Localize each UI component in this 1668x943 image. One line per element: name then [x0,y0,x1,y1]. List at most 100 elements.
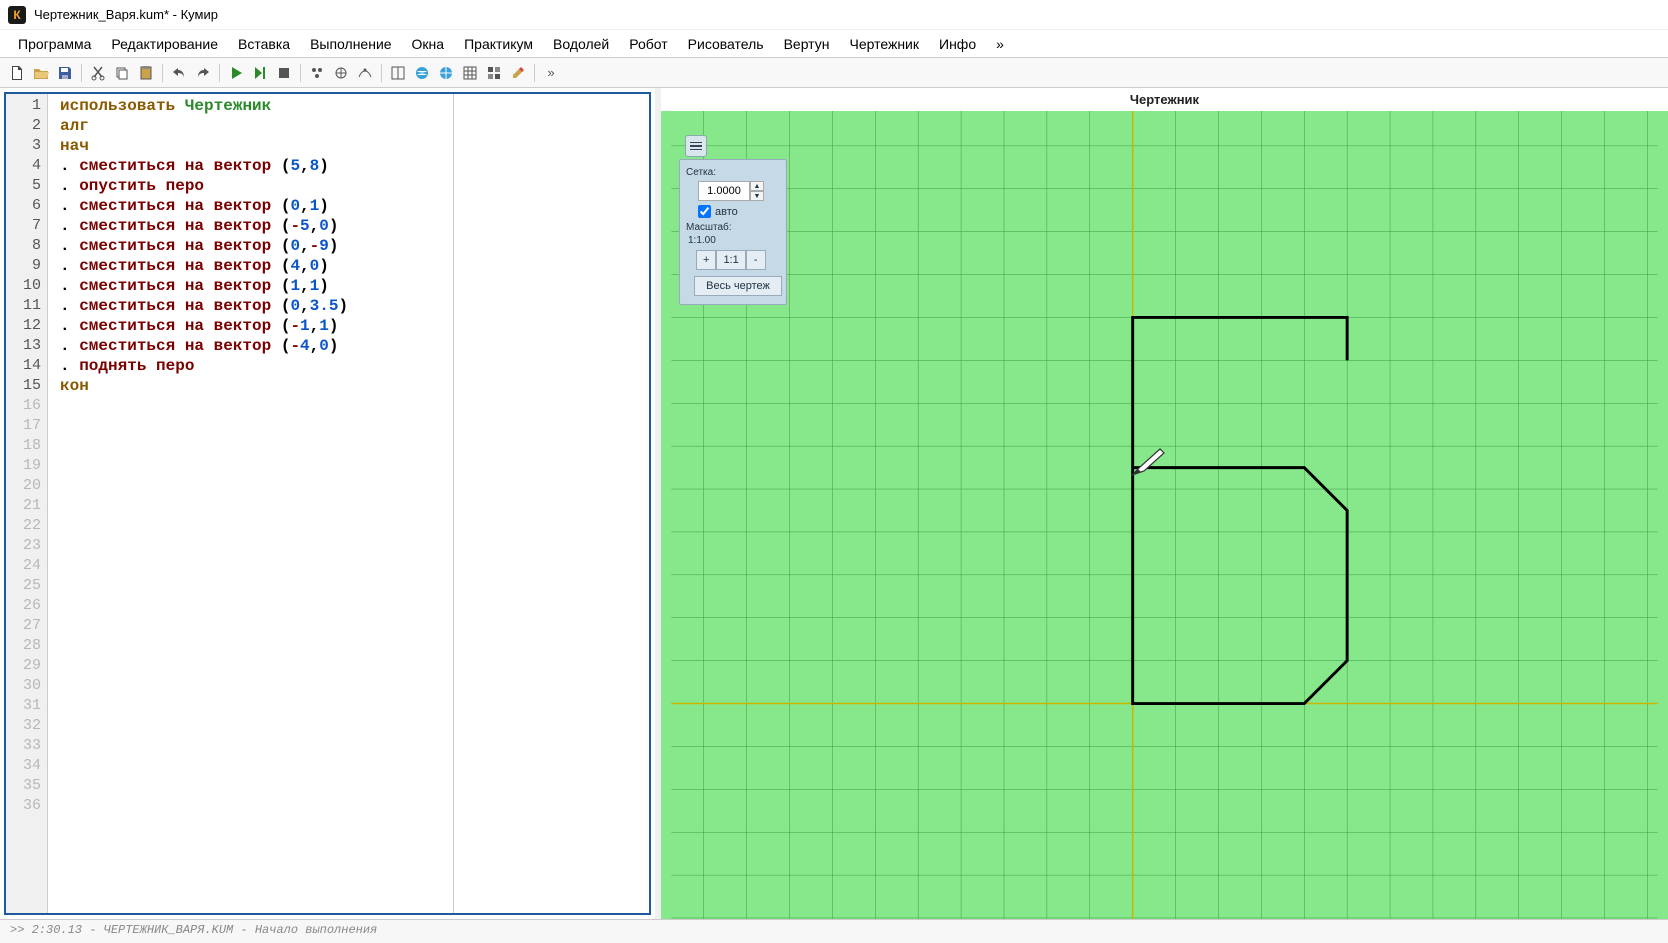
grid-svg [661,111,1668,919]
undo-icon[interactable] [168,62,190,84]
code-line[interactable]: . сместиться на вектор (0,3.5) [60,296,647,316]
line-number: 1 [6,96,47,116]
code-editor[interactable]: 1234567891011121314151617181920212223242… [4,92,651,915]
menu-5[interactable]: Практикум [454,32,543,56]
paste-icon[interactable] [135,62,157,84]
line-number: 10 [6,276,47,296]
line-number: 15 [6,376,47,396]
zoom-out-button[interactable]: - [746,250,766,270]
auto-checkbox-input[interactable] [698,205,711,218]
paint-icon[interactable] [507,62,529,84]
line-number: 8 [6,236,47,256]
code-line[interactable]: . сместиться на вектор (-5,0) [60,216,647,236]
app-icon: К [8,6,26,24]
zoom-reset-button[interactable]: 1:1 [716,250,745,270]
spin-up[interactable]: ▲ [750,181,764,191]
separator [219,64,220,82]
cut-icon[interactable] [87,62,109,84]
menu-6[interactable]: Водолей [543,32,619,56]
line-number: 29 [6,656,47,676]
menubar: ПрограммаРедактированиеВставкаВыполнение… [0,30,1668,58]
spin-down[interactable]: ▼ [750,191,764,201]
menu-9[interactable]: Вертун [774,32,840,56]
auto-checkbox[interactable]: авто [698,205,780,218]
canvas-controls: Сетка: ▲▼ авто Масштаб: 1:1.00 + 1:1 - В… [679,159,787,305]
drawing-canvas[interactable]: Сетка: ▲▼ авто Масштаб: 1:1.00 + 1:1 - В… [661,111,1668,919]
line-number: 30 [6,676,47,696]
menu-3[interactable]: Выполнение [300,32,401,56]
code-line[interactable]: . сместиться на вектор (0,1) [60,196,647,216]
actor3-icon[interactable] [354,62,376,84]
canvas-menu-button[interactable] [685,135,707,157]
code-line[interactable]: . сместиться на вектор (-1,1) [60,316,647,336]
code-line[interactable]: . сместиться на вектор (4,0) [60,256,647,276]
code-line[interactable]: алг [60,116,647,136]
code-line[interactable]: . сместиться на вектор (5,8) [60,156,647,176]
menu-11[interactable]: Инфо [929,32,986,56]
actor1-icon[interactable] [306,62,328,84]
titlebar: К Чертежник_Варя.kum* - Кумир [0,0,1668,30]
separator [534,64,535,82]
code-line[interactable]: . опустить перо [60,176,647,196]
open-file-icon[interactable] [30,62,52,84]
grid3-icon[interactable] [483,62,505,84]
separator [300,64,301,82]
line-number: 17 [6,416,47,436]
line-number: 20 [6,476,47,496]
separator [81,64,82,82]
step-icon[interactable] [249,62,271,84]
line-number: 14 [6,356,47,376]
line-number: 25 [6,576,47,596]
separator [162,64,163,82]
menu-12[interactable]: » [986,32,1014,56]
toolbar-overflow[interactable]: » [540,62,562,84]
save-file-icon[interactable] [54,62,76,84]
code-vertical-divider [453,94,454,913]
toolbar: » [0,58,1668,88]
code-line[interactable]: использовать Чертежник [60,96,647,116]
line-number: 32 [6,716,47,736]
line-gutter: 1234567891011121314151617181920212223242… [6,94,48,913]
copy-icon[interactable] [111,62,133,84]
zoom-in-button[interactable]: + [696,250,716,270]
grid1-icon[interactable] [387,62,409,84]
grid-spinner[interactable]: ▲▼ [698,181,780,201]
stop-icon[interactable] [273,62,295,84]
menu-0[interactable]: Программа [8,32,101,56]
line-number: 28 [6,636,47,656]
code-line[interactable]: . сместиться на вектор (-4,0) [60,336,647,356]
menu-10[interactable]: Чертежник [839,32,929,56]
code-line[interactable]: . сместиться на вектор (0,-9) [60,236,647,256]
grid2-icon[interactable] [459,62,481,84]
code-line[interactable]: . сместиться на вектор (1,1) [60,276,647,296]
line-number: 7 [6,216,47,236]
actor2-icon[interactable] [330,62,352,84]
globe2-icon[interactable] [435,62,457,84]
line-number: 33 [6,736,47,756]
window-title: Чертежник_Варя.kum* - Кумир [34,7,218,22]
auto-label: авто [715,206,738,218]
grid-value-input[interactable] [698,181,750,201]
line-number: 21 [6,496,47,516]
line-number: 13 [6,336,47,356]
line-number: 34 [6,756,47,776]
redo-icon[interactable] [192,62,214,84]
code-line[interactable]: кон [60,376,647,396]
run-icon[interactable] [225,62,247,84]
code-line[interactable]: . поднять перо [60,356,647,376]
line-number: 11 [6,296,47,316]
editor-pane: 1234567891011121314151617181920212223242… [0,88,655,919]
menu-4[interactable]: Окна [402,32,455,56]
menu-7[interactable]: Робот [619,32,677,56]
main-split: 1234567891011121314151617181920212223242… [0,88,1668,919]
code-area[interactable]: использовать Чертежникалгнач. сместиться… [48,94,649,913]
fit-all-button[interactable]: Весь чертеж [694,276,782,296]
menu-1[interactable]: Редактирование [101,32,228,56]
menu-2[interactable]: Вставка [228,32,300,56]
globe-icon[interactable] [411,62,433,84]
line-number: 19 [6,456,47,476]
menu-8[interactable]: Рисователь [678,32,774,56]
new-file-icon[interactable] [6,62,28,84]
code-line[interactable]: нач [60,136,647,156]
line-number: 23 [6,536,47,556]
